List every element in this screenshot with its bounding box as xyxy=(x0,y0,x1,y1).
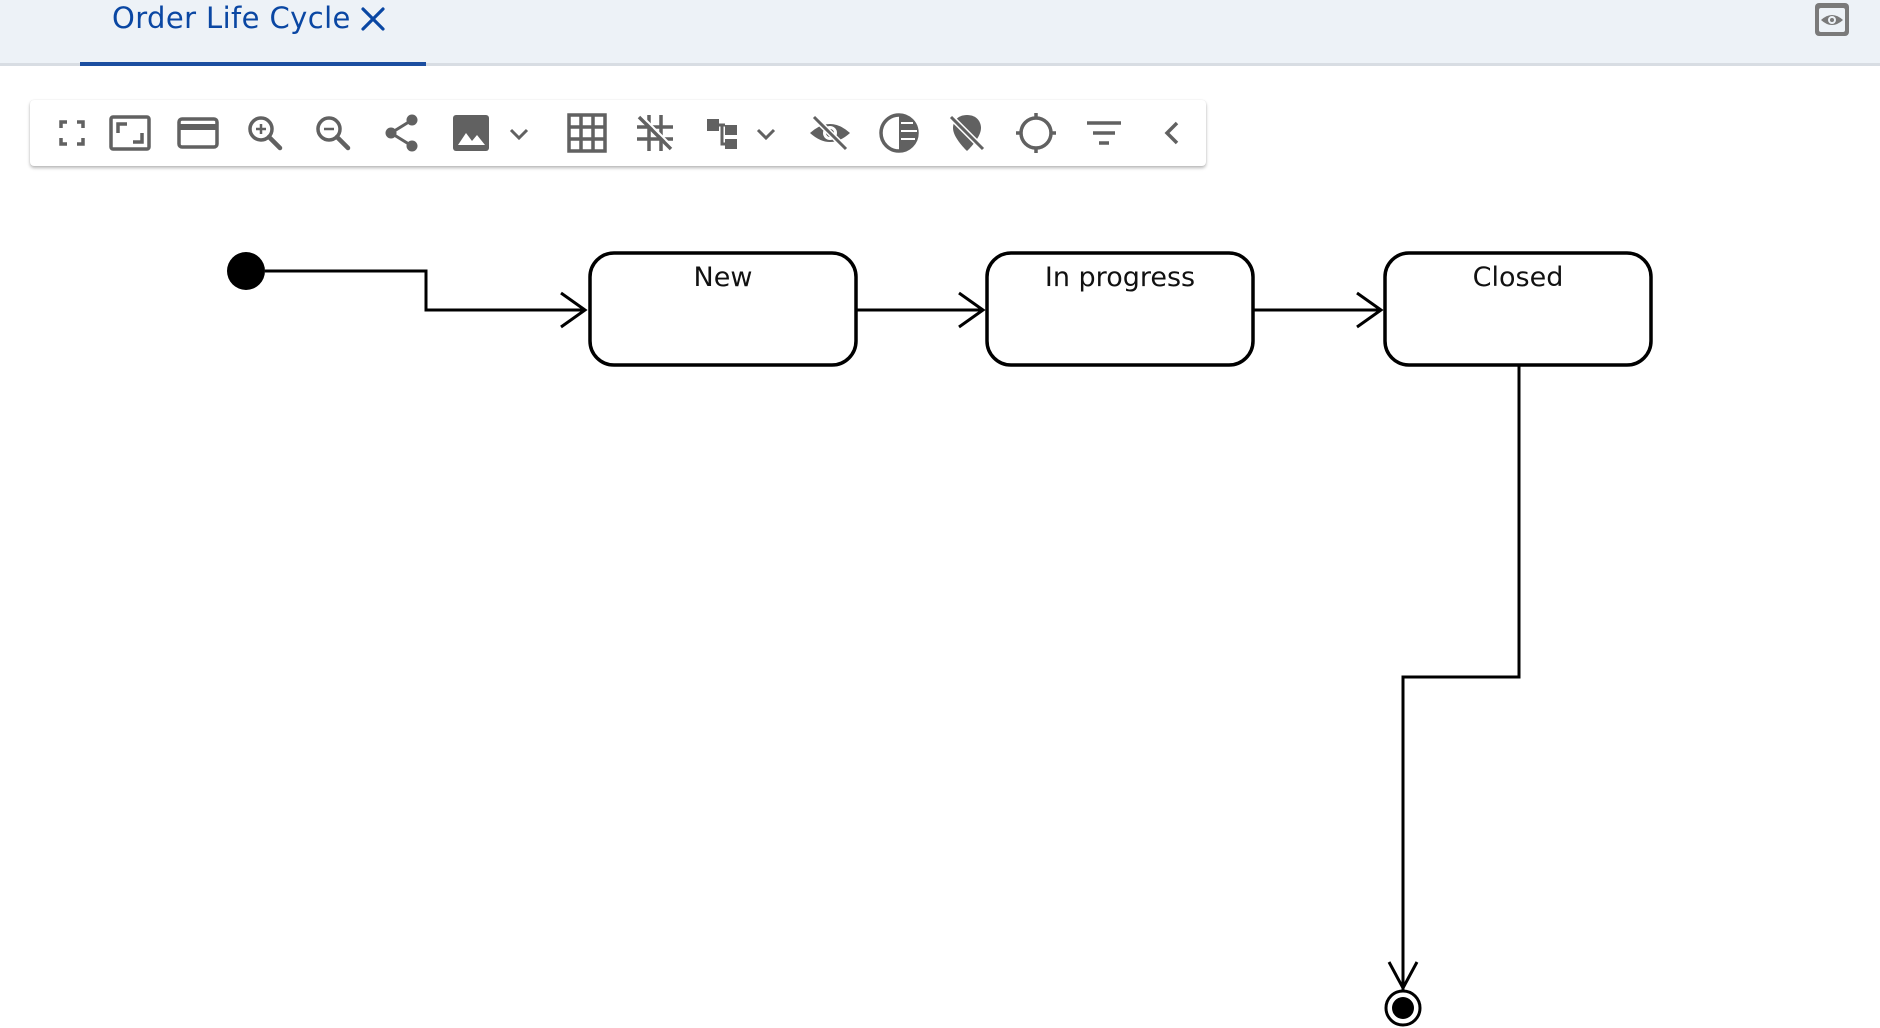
preview-eye-icon[interactable] xyxy=(1813,2,1851,38)
transition-initial-to-new[interactable] xyxy=(265,269,585,312)
tab-order-life-cycle[interactable]: Order Life Cycle xyxy=(80,0,426,66)
state-node-closed[interactable]: Closed xyxy=(1383,251,1653,367)
final-state-node[interactable] xyxy=(1384,989,1422,1027)
tab-title: Order Life Cycle xyxy=(112,1,351,35)
layout-icon[interactable] xyxy=(701,111,745,155)
close-icon[interactable] xyxy=(359,5,387,33)
initial-state-node[interactable] xyxy=(227,252,265,290)
pin-off-icon[interactable] xyxy=(945,111,989,155)
state-label-closed: Closed xyxy=(1473,262,1564,293)
zoom-out-icon[interactable] xyxy=(311,111,355,155)
image-export-dropdown-chevron-down-icon[interactable] xyxy=(505,120,533,148)
fullscreen-icon[interactable] xyxy=(50,111,94,155)
zoom-in-icon[interactable] xyxy=(243,111,287,155)
locate-icon[interactable] xyxy=(1014,111,1058,155)
collapse-toolbar-chevron-left-icon[interactable] xyxy=(1150,111,1194,155)
snap-icon[interactable] xyxy=(633,111,677,155)
layout-dropdown-chevron-down-icon[interactable] xyxy=(752,120,780,148)
image-export-icon[interactable] xyxy=(449,111,493,155)
state-label-new: New xyxy=(694,262,753,293)
contrast-icon[interactable] xyxy=(877,111,921,155)
transition-closed-to-final[interactable] xyxy=(1401,366,1521,990)
state-node-new[interactable]: New xyxy=(588,251,858,367)
state-label-in-progress: In progress xyxy=(1045,262,1195,293)
panel-icon[interactable] xyxy=(176,111,220,155)
grid-icon[interactable] xyxy=(565,111,609,155)
fit-to-window-icon[interactable] xyxy=(108,111,152,155)
diagram-toolbar xyxy=(30,100,1206,166)
filter-icon[interactable] xyxy=(1082,111,1126,155)
share-icon[interactable] xyxy=(380,111,424,155)
hide-icon[interactable] xyxy=(808,111,852,155)
state-node-in-progress[interactable]: In progress xyxy=(985,251,1255,367)
tab-bar: Order Life Cycle xyxy=(0,0,1880,66)
